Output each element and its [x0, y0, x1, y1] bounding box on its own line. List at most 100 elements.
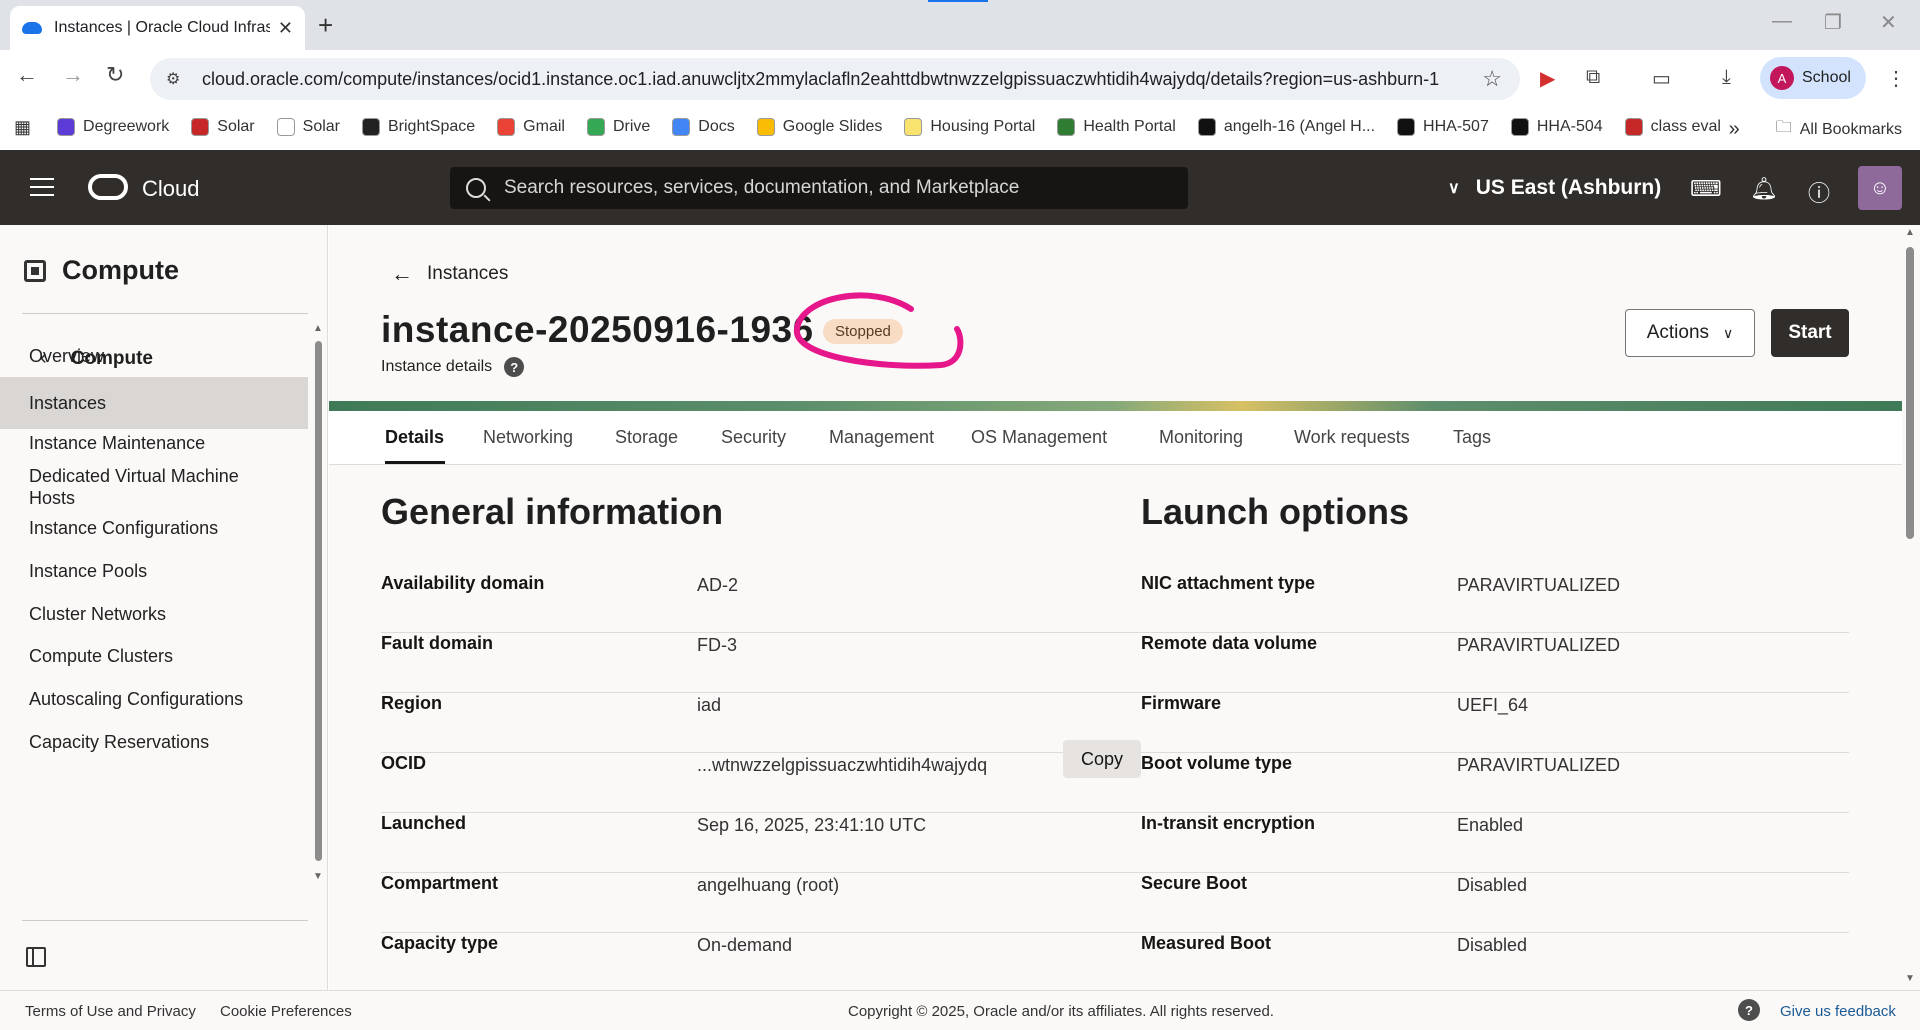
- notifications-bell-icon[interactable]: 🔔︎: [1750, 176, 1778, 202]
- collapse-sidebar-icon[interactable]: [26, 947, 46, 967]
- decorative-banner: [329, 401, 1902, 411]
- bookmark-item[interactable]: class eval: [1624, 118, 1721, 136]
- detail-value: Enabled: [1457, 815, 1524, 835]
- detail-row: In-transit encryption Enabled: [1141, 813, 1849, 873]
- bookmark-item[interactable]: Health Portal: [1057, 118, 1176, 136]
- bookmark-item[interactable]: Degreework: [57, 118, 169, 136]
- bookmark-label: Google Slides: [782, 118, 883, 135]
- sidebar-scroll-thumb[interactable]: [315, 341, 322, 861]
- bookmark-item[interactable]: BrightSpace: [362, 118, 475, 136]
- apps-grid-icon[interactable]: ▦: [14, 117, 31, 138]
- detail-key: Compartment: [381, 873, 499, 893]
- detail-value: FD-3: [697, 635, 737, 655]
- minimize-window-icon[interactable]: —: [1772, 10, 1792, 33]
- new-tab-button[interactable]: +: [318, 10, 333, 41]
- sidebar-item[interactable]: Dedicated Virtual Machine Hosts: [0, 465, 260, 509]
- sidebar-item[interactable]: Overview: [0, 345, 308, 367]
- tab-management[interactable]: Management: [829, 427, 934, 448]
- tab-storage[interactable]: Storage: [615, 427, 678, 448]
- compute-sidebar: Compute ‹ Compute Overview Instances Insta…: [0, 225, 328, 990]
- main-scrollbar[interactable]: ▲ ▼: [1902, 225, 1920, 990]
- scroll-down-icon[interactable]: ▼: [1905, 973, 1915, 984]
- user-profile-icon[interactable]: ☺: [1858, 166, 1902, 210]
- actions-button[interactable]: Actions ∨: [1625, 309, 1755, 357]
- bookmark-item[interactable]: Docs: [672, 118, 735, 136]
- tab-security[interactable]: Security: [721, 427, 786, 448]
- start-button[interactable]: Start: [1771, 309, 1849, 357]
- bookmark-item[interactable]: Drive: [586, 118, 650, 136]
- cloud-shell-icon[interactable]: ⌨: [1690, 176, 1722, 202]
- cookie-preferences-link[interactable]: Cookie Preferences: [220, 1003, 352, 1020]
- restore-window-icon[interactable]: ❐: [1824, 10, 1842, 35]
- all-bookmarks-link[interactable]: All Bookmarks: [1800, 121, 1902, 139]
- help-icon[interactable]: ⓘ: [1808, 176, 1830, 208]
- bookmark-star-icon[interactable]: ☆: [1482, 66, 1502, 92]
- address-url[interactable]: cloud.oracle.com/compute/instances/ocid1…: [202, 69, 1439, 90]
- download-icon[interactable]: ⤓: [1722, 66, 1731, 89]
- detail-row: Boot volume type PARAVIRTUALIZED: [1141, 753, 1849, 813]
- sidebar-item[interactable]: Capacity Reservations: [0, 731, 308, 753]
- site-settings-icon[interactable]: ⚙: [166, 69, 188, 89]
- detail-row: Measured Boot Disabled: [1141, 933, 1849, 990]
- youtube-extension-icon[interactable]: ▶: [1540, 66, 1555, 91]
- scroll-up-icon[interactable]: ▲: [1905, 227, 1915, 238]
- detail-row: Secure Boot Disabled: [1141, 873, 1849, 933]
- feedback-help-icon[interactable]: ?: [1738, 999, 1760, 1021]
- bookmark-item[interactable]: Housing Portal: [904, 118, 1035, 136]
- page-subtitle: Instance details ?: [381, 357, 525, 377]
- scroll-up-icon[interactable]: ▲: [313, 323, 323, 334]
- hamburger-menu-icon[interactable]: [30, 178, 54, 202]
- sidebar-scrollbar[interactable]: ▲ ▼: [313, 323, 323, 883]
- back-to-instances-link[interactable]: ← Instances: [391, 261, 508, 287]
- sidebar-item[interactable]: Cluster Networks: [0, 603, 308, 625]
- close-tab-icon[interactable]: ✕: [278, 18, 293, 39]
- close-window-icon[interactable]: ✕: [1880, 10, 1897, 35]
- browser-menu-icon[interactable]: ⋮: [1886, 66, 1906, 91]
- bookmark-favicon-icon: [1197, 118, 1216, 136]
- bookmark-item[interactable]: Solar: [276, 118, 340, 136]
- sidebar-item[interactable]: Instance Configurations: [0, 517, 308, 539]
- bookmark-item[interactable]: HHA-504: [1510, 118, 1603, 136]
- sidebar-item[interactable]: Instance Maintenance: [0, 432, 308, 454]
- profile-chip[interactable]: A School: [1760, 57, 1866, 99]
- address-bar[interactable]: ⚙ cloud.oracle.com/compute/instances/oci…: [150, 58, 1520, 100]
- tab-tags[interactable]: Tags: [1453, 427, 1491, 448]
- forward-arrow-icon[interactable]: →: [62, 62, 84, 88]
- bookmark-item[interactable]: Gmail: [497, 118, 565, 136]
- tab-work-requests[interactable]: Work requests: [1294, 427, 1410, 448]
- scroll-down-icon[interactable]: ▼: [313, 871, 323, 882]
- oracle-logo-icon[interactable]: [88, 174, 128, 200]
- detail-value: AD-2: [697, 575, 739, 595]
- extensions-puzzle-icon[interactable]: ⧉: [1586, 66, 1600, 89]
- region-selector[interactable]: ∨ US East (Ashburn): [1448, 176, 1661, 200]
- tab-os-management[interactable]: OS Management: [971, 427, 1107, 448]
- detail-key: Boot volume type: [1141, 753, 1293, 773]
- tab-monitoring[interactable]: Monitoring: [1159, 427, 1243, 448]
- tab-networking[interactable]: Networking: [483, 427, 573, 448]
- main-scroll-thumb[interactable]: [1906, 247, 1914, 539]
- oci-search-box[interactable]: [450, 167, 1188, 209]
- bookmark-item[interactable]: Solar: [191, 118, 255, 136]
- sidebar-item[interactable]: Autoscaling Configurations: [0, 688, 308, 710]
- oci-search-input[interactable]: [504, 177, 1144, 199]
- bookmark-item[interactable]: HHA-507: [1397, 118, 1489, 136]
- back-arrow-icon[interactable]: ←: [16, 62, 38, 88]
- help-question-icon[interactable]: ?: [504, 357, 525, 377]
- tab-details[interactable]: Details: [385, 427, 444, 448]
- oci-brand-name[interactable]: Cloud: [142, 176, 199, 202]
- arrow-left-icon: ←: [391, 261, 413, 286]
- browser-tab-active[interactable]: Instances | Oracle Cloud Infrastru ✕: [10, 6, 305, 50]
- more-bookmarks-icon[interactable]: »: [1729, 118, 1740, 141]
- detail-value: PARAVIRTUALIZED: [1457, 575, 1621, 595]
- cast-search-icon[interactable]: ▭: [1652, 66, 1671, 91]
- terms-link[interactable]: Terms of Use and Privacy: [25, 1003, 196, 1020]
- sidebar-item[interactable]: Instances: [0, 377, 308, 429]
- sidebar-item[interactable]: Instance Pools: [0, 560, 308, 582]
- browser-tab-strip: Instances | Oracle Cloud Infrastru ✕ + —…: [0, 0, 1920, 50]
- sidebar-item[interactable]: Compute Clusters: [0, 645, 308, 667]
- bookmark-item[interactable]: angelh-16 (Angel H...: [1197, 118, 1375, 136]
- copy-ocid-button[interactable]: Copy: [1063, 740, 1141, 778]
- bookmark-item[interactable]: Google Slides: [756, 118, 883, 136]
- reload-icon[interactable]: ↻: [106, 62, 124, 88]
- feedback-link[interactable]: Give us feedback: [1780, 1003, 1896, 1020]
